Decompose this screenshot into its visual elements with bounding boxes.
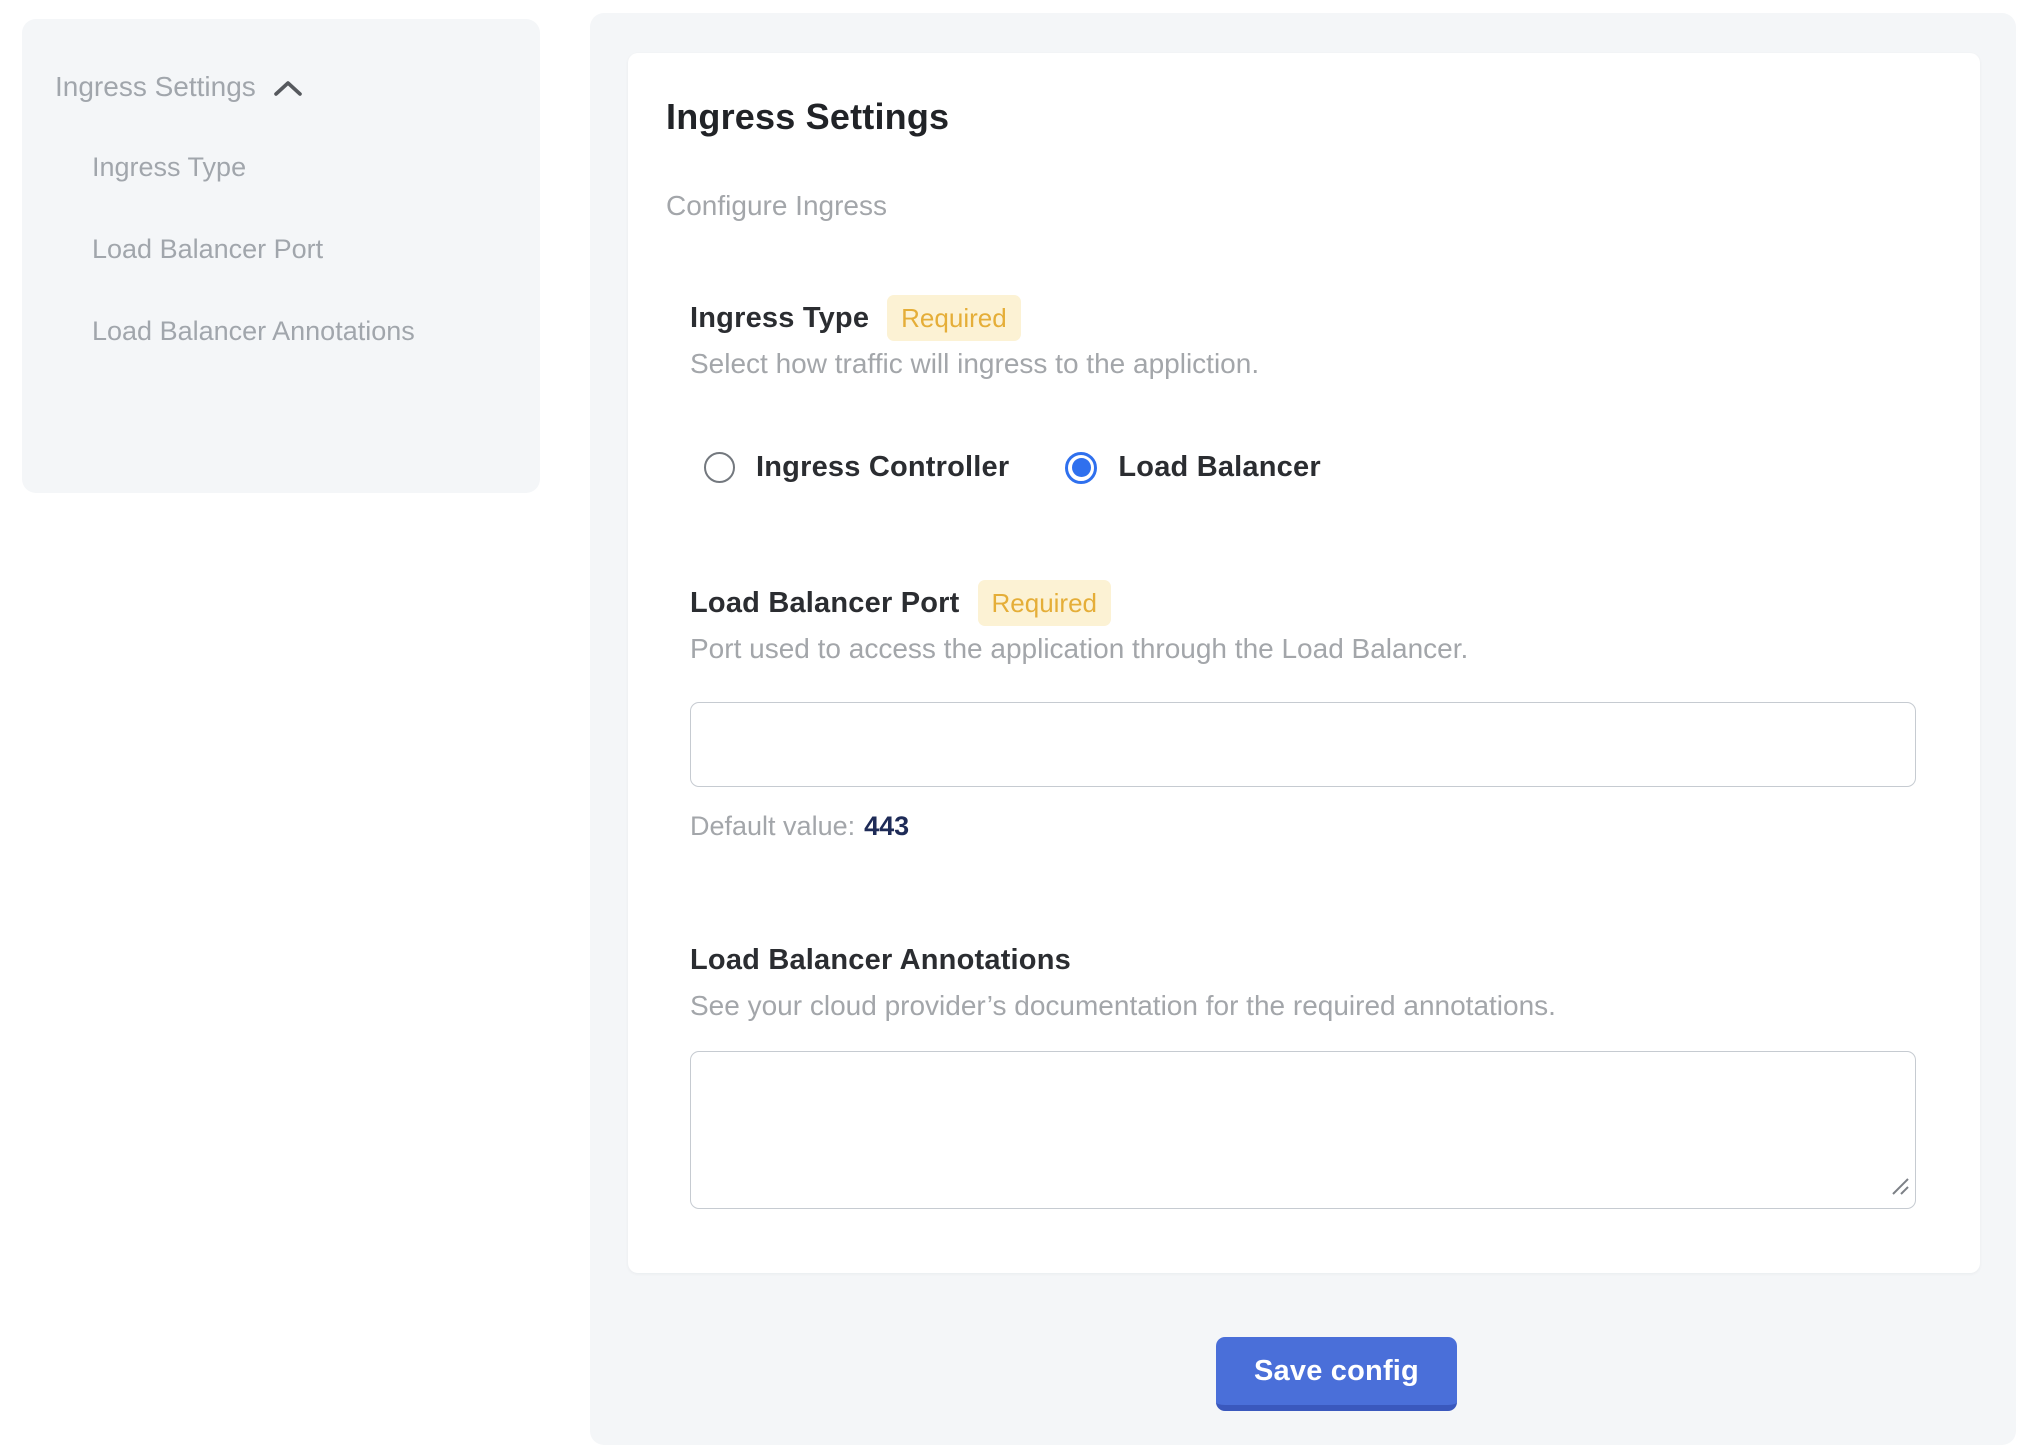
load-balancer-port-input[interactable]: [690, 702, 1916, 787]
load-balancer-port-section: Load Balancer Port Required Port used to…: [690, 580, 1942, 843]
radio-label-ingress-controller: Ingress Controller: [756, 451, 1009, 484]
default-value-label: Default value:: [690, 809, 855, 843]
ingress-type-description: Select how traffic will ingress to the a…: [690, 347, 1942, 381]
settings-sidebar: Ingress Settings Ingress Type Load Balan…: [22, 19, 540, 493]
ingress-type-radio-group: Ingress Controller Load Balancer: [690, 451, 1942, 484]
sidebar-item-load-balancer-port[interactable]: Load Balancer Port: [92, 221, 510, 278]
default-value: 443: [864, 809, 909, 843]
radio-option-load-balancer[interactable]: Load Balancer: [1065, 451, 1320, 484]
form-sections: Ingress Type Required Select how traffic…: [690, 295, 1942, 1209]
radio-label-load-balancer: Load Balancer: [1118, 451, 1320, 484]
required-badge: Required: [887, 295, 1021, 341]
required-badge: Required: [978, 580, 1112, 626]
ingress-settings-panel: Ingress Settings Configure Ingress Ingre…: [590, 13, 2016, 1445]
sidebar-group-ingress-settings[interactable]: Ingress Settings: [55, 65, 510, 109]
ingress-settings-card: Ingress Settings Configure Ingress Ingre…: [628, 53, 1980, 1273]
page-title: Ingress Settings: [666, 95, 1942, 139]
load-balancer-annotations-label: Load Balancer Annotations: [690, 937, 1071, 983]
load-balancer-port-description: Port used to access the application thro…: [690, 632, 1942, 666]
load-balancer-port-label: Load Balancer Port: [690, 580, 960, 626]
load-balancer-annotations-description: See your cloud provider’s documentation …: [690, 989, 1942, 1023]
default-value-row: Default value: 443: [690, 809, 1942, 843]
sidebar-item-ingress-type[interactable]: Ingress Type: [92, 139, 510, 196]
sidebar-group-label: Ingress Settings: [55, 65, 256, 109]
radio-ingress-controller[interactable]: [704, 452, 735, 483]
chevron-up-icon: [272, 78, 304, 100]
radio-load-balancer[interactable]: [1065, 452, 1097, 484]
radio-option-ingress-controller[interactable]: Ingress Controller: [704, 451, 1009, 484]
load-balancer-annotations-textarea[interactable]: [690, 1051, 1916, 1209]
ingress-type-section: Ingress Type Required Select how traffic…: [690, 295, 1942, 484]
load-balancer-annotations-section: Load Balancer Annotations See your cloud…: [690, 937, 1942, 1209]
sidebar-item-list: Ingress Type Load Balancer Port Load Bal…: [55, 139, 510, 360]
save-config-button[interactable]: Save config: [1216, 1337, 1457, 1411]
ingress-type-label: Ingress Type: [690, 295, 869, 341]
page-subtitle: Configure Ingress: [666, 189, 1942, 223]
sidebar-item-load-balancer-annotations[interactable]: Load Balancer Annotations: [92, 303, 510, 360]
